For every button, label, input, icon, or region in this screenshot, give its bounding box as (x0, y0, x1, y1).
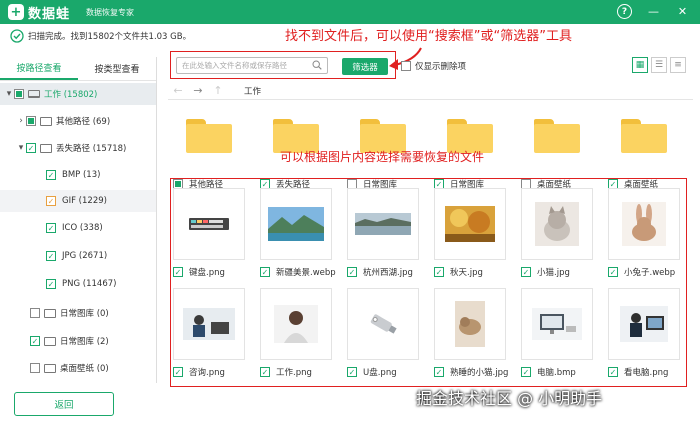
checkbox[interactable]: ✓ (46, 170, 56, 180)
app-subtitle: 数据恢复专家 (86, 7, 135, 17)
folder-icon (40, 116, 52, 126)
detail-view-icon[interactable]: ≡ (670, 57, 686, 73)
status-text: 扫描完成。找到15802个文件共1.03 GB。 (28, 32, 192, 42)
only-deleted-toggle[interactable]: 仅显示删除项 (401, 60, 466, 72)
back-button[interactable]: 返回 (14, 392, 114, 416)
view-mode-switch: ▦ ☰ ≡ (632, 57, 686, 73)
checkbox[interactable]: ✓ (46, 279, 56, 289)
chevron-down-icon[interactable]: ▾ (4, 89, 14, 99)
list-view-icon[interactable]: ☰ (651, 57, 667, 73)
checkbox[interactable]: ✓ (46, 251, 56, 261)
left-panel: 按路径查看 按类型查看 ▾ 工作 (15802) › 其他路径 (69) ▾ ✓… (0, 57, 157, 383)
app-title: 数据蛙 (28, 6, 71, 22)
tree-item-daily-gallery-2[interactable]: ✓ 日常图库 (2) (0, 330, 156, 352)
checkbox[interactable]: ✓ (46, 196, 56, 206)
folder-icon (44, 363, 56, 373)
checkbox[interactable]: ✓ (30, 336, 40, 346)
tree-item-png[interactable]: ✓ PNG (11467) (0, 273, 156, 295)
tree-label: ICO (338) (62, 223, 103, 233)
app-logo: + 数据蛙 (8, 3, 70, 22)
grid-view-icon[interactable]: ▦ (632, 57, 648, 73)
checkbox[interactable] (30, 308, 40, 318)
tree-item-gif[interactable]: ✓ GIF (1229) (0, 190, 156, 212)
checkbox[interactable] (401, 61, 411, 71)
tree-item-other-paths[interactable]: › 其他路径 (69) (0, 110, 156, 132)
title-bar: + 数据蛙 数据恢复专家 ? — ✕ (0, 0, 700, 24)
help-icon[interactable]: ? (617, 4, 632, 19)
minimize-icon[interactable]: — (646, 4, 661, 19)
folder-icon (534, 119, 580, 153)
annotation-middle: 可以根据图片内容选择需要恢复的文件 (280, 150, 485, 164)
check-circle-icon (10, 29, 24, 43)
logo-icon: + (8, 4, 24, 20)
tree-label: BMP (13) (62, 170, 101, 180)
navigation-bar: ← → ↑ 工作 (168, 82, 693, 100)
tree-item-daily-gallery[interactable]: 日常图库 (0) (0, 302, 156, 324)
tree-item-ico[interactable]: ✓ ICO (338) (0, 217, 156, 239)
folder-icon (621, 119, 667, 153)
tree-label: 日常图库 (2) (60, 337, 109, 347)
checkbox[interactable] (26, 116, 36, 126)
tree-item-work[interactable]: ▾ 工作 (15802) (0, 83, 156, 105)
watermark: 掘金技术社区 @ 小明助手 (416, 389, 603, 408)
tree-item-desktop-wallpaper[interactable]: 桌面壁纸 (0) (0, 357, 156, 379)
checkbox[interactable]: ✓ (26, 143, 36, 153)
images-highlight-box (170, 178, 687, 387)
tree-label: 桌面壁纸 (0) (60, 364, 109, 374)
folder-thumbnail (173, 100, 245, 172)
chevron-right-icon[interactable]: › (16, 116, 26, 126)
annotation-top: 找不到文件后，可以使用“搜索框”或“筛选器”工具 (285, 29, 572, 44)
tree-label: GIF (1229) (62, 196, 107, 206)
chevron-down-icon[interactable]: ▾ (16, 143, 26, 153)
up-arrow-icon[interactable]: ↑ (208, 84, 228, 97)
only-deleted-label: 仅显示删除项 (415, 62, 467, 72)
folder-icon (44, 336, 56, 346)
tab-by-type[interactable]: 按类型查看 (78, 57, 156, 80)
tree-item-jpg[interactable]: ✓ JPG (2671) (0, 245, 156, 267)
tree-label: 其他路径 (69) (56, 117, 111, 127)
tab-by-path[interactable]: 按路径查看 (0, 57, 78, 80)
tree-item-bmp[interactable]: ✓ BMP (13) (0, 164, 156, 186)
drive-icon (28, 90, 40, 98)
checkbox[interactable] (14, 89, 24, 99)
folder-icon (44, 308, 56, 318)
tree-label: 工作 (15802) (44, 90, 98, 100)
tree-label: JPG (2671) (62, 251, 108, 261)
checkbox[interactable]: ✓ (46, 223, 56, 233)
forward-arrow-icon[interactable]: → (188, 84, 208, 97)
tree-label: 丢失路径 (15718) (56, 144, 127, 154)
tree-label: 日常图库 (0) (60, 309, 109, 319)
folder-thumbnail (521, 100, 593, 172)
tree-item-lost-paths[interactable]: ▾ ✓ 丢失路径 (15718) (0, 137, 156, 159)
folder-thumbnail (608, 100, 680, 172)
close-icon[interactable]: ✕ (675, 4, 690, 19)
folder-icon (186, 119, 232, 153)
tree-label: PNG (11467) (62, 279, 117, 289)
breadcrumb: 工作 (244, 86, 262, 97)
back-arrow-icon[interactable]: ← (168, 84, 188, 97)
filter-button[interactable]: 筛选器 (342, 58, 388, 75)
folder-icon (40, 143, 52, 153)
checkbox[interactable] (30, 363, 40, 373)
